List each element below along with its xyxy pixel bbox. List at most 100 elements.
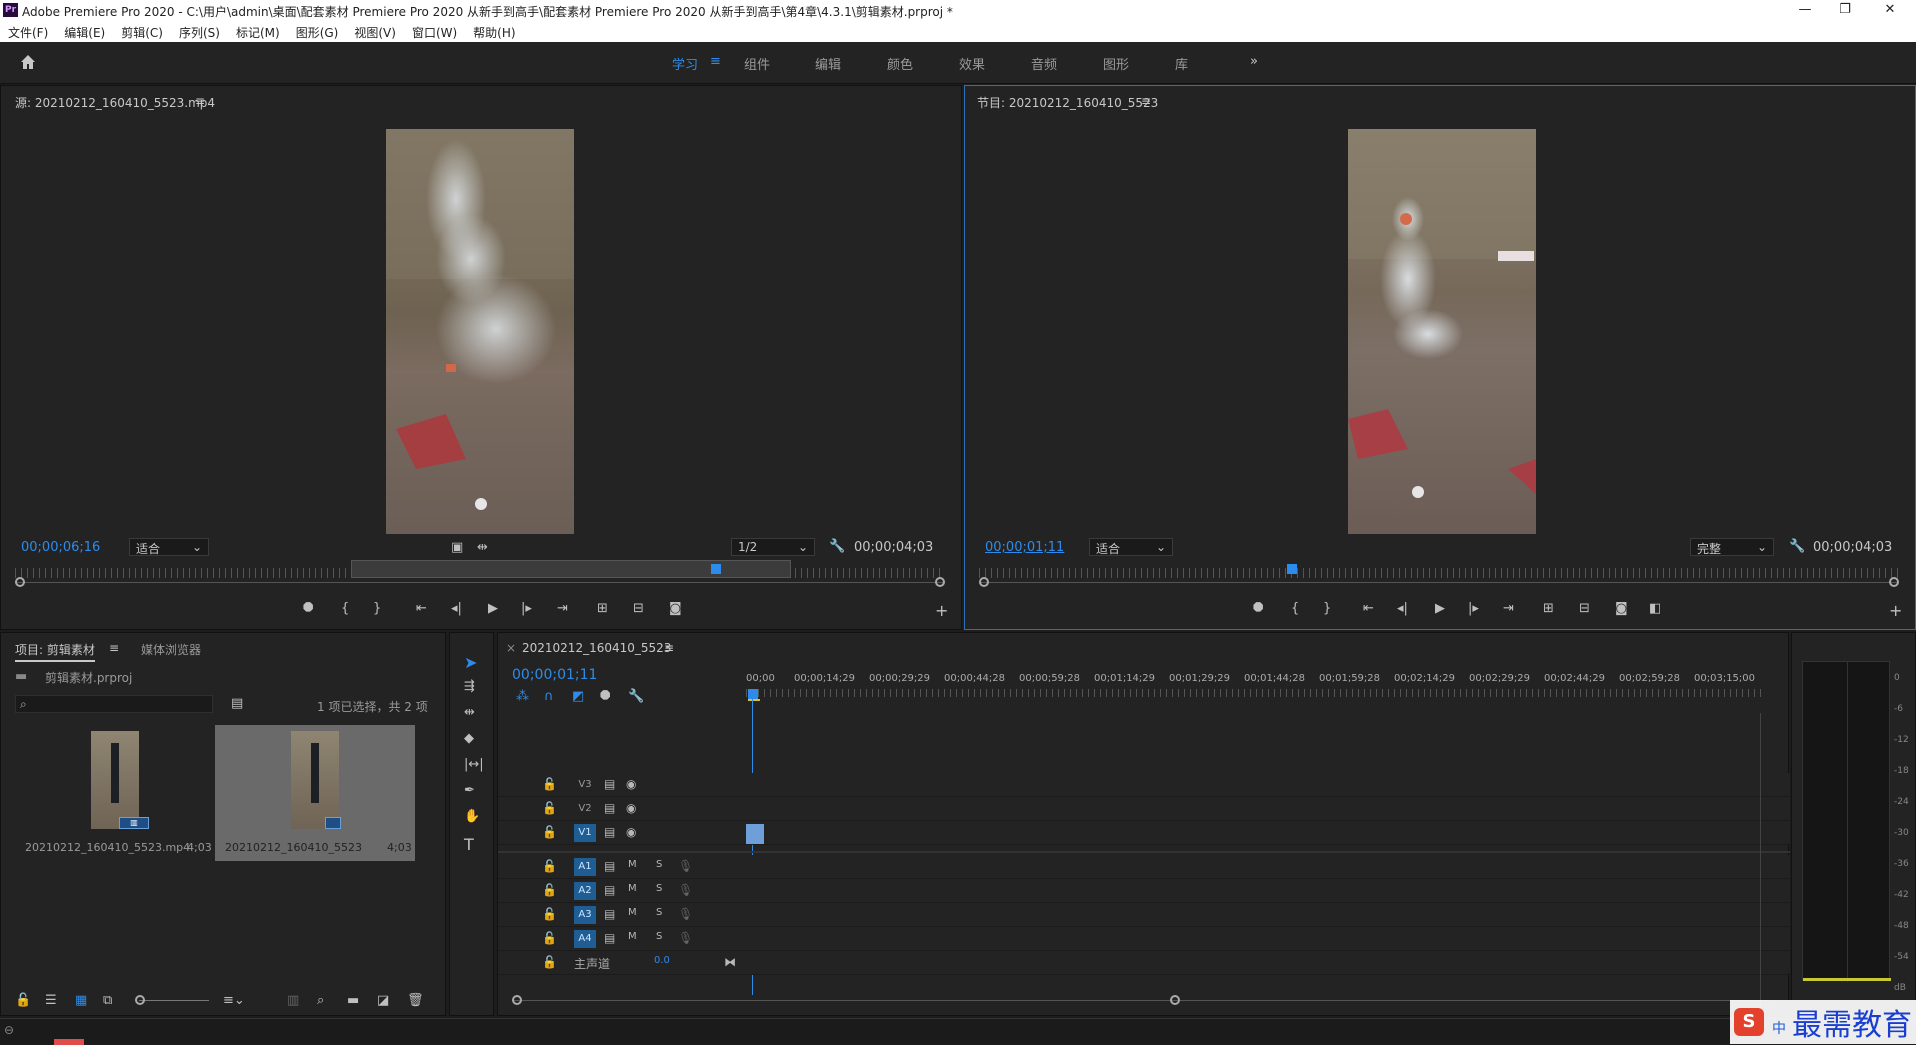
sync-lock-icon[interactable]: ▤ <box>604 859 615 873</box>
list-view-icon[interactable]: ☰ <box>45 993 57 1008</box>
lock-icon[interactable]: 🔓 <box>542 907 557 921</box>
menu-clip[interactable]: 剪辑(C) <box>121 24 163 41</box>
workspace-effects[interactable]: 效果 <box>959 54 985 73</box>
zoom-handle-right[interactable] <box>935 577 945 587</box>
freeform-view-icon[interactable]: ⧉ <box>103 993 112 1008</box>
timeline-timecode[interactable]: 00;00;01;11 <box>512 667 597 683</box>
extract-icon[interactable]: ⊟ <box>1579 601 1590 616</box>
sync-lock-icon[interactable]: ▤ <box>604 777 615 791</box>
hand-tool-icon[interactable]: ✋ <box>464 809 480 824</box>
solo-button[interactable]: S <box>656 883 662 894</box>
zoom-slider-handle[interactable] <box>135 995 145 1005</box>
export-frame-icon[interactable]: ◙ <box>1615 601 1628 616</box>
zoom-handle-right[interactable] <box>1889 577 1899 587</box>
selection-tool-icon[interactable]: ➤ <box>464 653 477 672</box>
mute-button[interactable]: M <box>628 859 637 870</box>
program-zoom-select[interactable]: 适合 ⌄ <box>1089 538 1173 556</box>
source-zoom-bar[interactable] <box>15 582 945 583</box>
add-marker-icon[interactable]: ⯃ <box>600 689 610 704</box>
step-forward-icon[interactable]: |▸ <box>1468 601 1479 616</box>
go-to-edit-icon[interactable]: ⧓ <box>724 955 736 969</box>
track-a3-label[interactable]: A3 <box>574 906 596 924</box>
new-bin-icon[interactable]: ▬ <box>347 993 359 1008</box>
mute-button[interactable]: M <box>628 931 637 942</box>
razor-tool-icon[interactable]: ◆ <box>464 731 474 746</box>
lock-icon[interactable]: 🔓 <box>542 777 557 791</box>
source-playhead-timecode[interactable]: 00;00;06;16 <box>21 540 100 555</box>
workspace-color[interactable]: 颜色 <box>887 54 913 73</box>
track-a1-label[interactable]: A1 <box>574 858 596 876</box>
add-button-icon[interactable]: + <box>1889 601 1902 620</box>
project-search-input[interactable]: ⌕ <box>15 695 213 713</box>
menu-sequence[interactable]: 序列(S) <box>179 24 220 41</box>
go-to-in-icon[interactable]: ⇤ <box>1363 601 1374 616</box>
microphone-icon[interactable]: 🎙 <box>678 931 693 945</box>
tab-project[interactable]: 项目: 剪辑素材 <box>15 641 95 662</box>
sync-lock-icon[interactable]: ▤ <box>604 931 615 945</box>
icon-view-icon[interactable]: ▦ <box>75 993 87 1008</box>
track-v2-label[interactable]: V2 <box>574 800 596 818</box>
eye-icon[interactable]: ◉ <box>626 801 636 815</box>
step-forward-icon[interactable]: |▸ <box>521 601 532 616</box>
automate-to-sequence-icon[interactable]: ▥ <box>287 993 299 1008</box>
microphone-icon[interactable]: 🎙 <box>678 907 693 921</box>
menu-marker[interactable]: 标记(M) <box>236 24 280 41</box>
wrench-icon[interactable]: 🔧 <box>1789 539 1805 554</box>
go-to-out-icon[interactable]: ⇥ <box>557 601 568 616</box>
program-title[interactable]: 节目: 20210212_160410_5523 <box>977 94 1158 111</box>
sync-lock-icon[interactable]: ▤ <box>604 801 615 815</box>
program-zoom-bar[interactable] <box>979 582 1899 583</box>
go-to-out-icon[interactable]: ⇥ <box>1503 601 1514 616</box>
zoom-slider[interactable] <box>139 1000 209 1001</box>
timeline-panel-menu-icon[interactable]: ≡ <box>664 641 674 655</box>
source-resolution-select[interactable]: 1/2 ⌄ <box>731 538 815 556</box>
lift-icon[interactable]: ⊞ <box>1543 601 1554 616</box>
sync-lock-icon[interactable]: ▤ <box>604 907 615 921</box>
sequence-tab[interactable]: 20210212_160410_5523 <box>522 641 671 655</box>
mark-out-icon[interactable]: } <box>1323 601 1331 616</box>
lock-icon[interactable]: 🔓 <box>542 955 557 969</box>
program-playhead-timecode[interactable]: 00;00;01;11 <box>985 540 1064 555</box>
timeline-playhead[interactable] <box>748 689 758 699</box>
close-button[interactable]: ✕ <box>1875 2 1905 18</box>
add-button-icon[interactable]: + <box>935 601 948 620</box>
overwrite-icon[interactable]: ⊟ <box>633 601 644 616</box>
comparison-view-icon[interactable]: ◧ <box>1649 601 1661 616</box>
workspace-graphics[interactable]: 图形 <box>1103 54 1129 73</box>
zoom-handle-right[interactable] <box>1170 995 1180 1005</box>
program-resolution-select[interactable]: 完整 ⌄ <box>1690 538 1774 556</box>
step-back-icon[interactable]: ◂| <box>1397 601 1408 616</box>
drag-video-icon[interactable]: ⇹ <box>477 540 488 555</box>
source-playhead[interactable] <box>711 564 721 574</box>
wrench-icon[interactable]: 🔧 <box>829 539 845 554</box>
menu-help[interactable]: 帮助(H) <box>473 24 515 41</box>
zoom-handle-left[interactable] <box>15 577 25 587</box>
step-back-icon[interactable]: ◂| <box>451 601 462 616</box>
workspace-audio[interactable]: 音频 <box>1031 54 1057 73</box>
program-panel-menu-icon[interactable]: ≡ <box>1141 94 1151 108</box>
project-panel-menu-icon[interactable]: ≡ <box>109 641 119 655</box>
menu-graphics[interactable]: 图形(G) <box>296 24 339 41</box>
mute-button[interactable]: M <box>628 907 637 918</box>
timeline-zoom-bar[interactable] <box>512 1000 1770 1001</box>
lock-icon[interactable]: 🔓 <box>542 801 557 815</box>
close-sequence-icon[interactable]: × <box>506 641 516 655</box>
insert-icon[interactable]: ⊞ <box>597 601 608 616</box>
project-item[interactable]: ▥ 20210212_160410_5523.mp4 4;03 <box>15 725 213 861</box>
solo-button[interactable]: S <box>656 931 662 942</box>
lock-icon[interactable]: 🔓 <box>15 993 31 1008</box>
workspace-editing[interactable]: 编辑 <box>815 54 841 73</box>
track-divider[interactable] <box>498 851 1790 853</box>
type-tool-icon[interactable]: T <box>464 835 474 854</box>
timeline-settings-icon[interactable]: 🔧 <box>628 689 644 704</box>
play-icon[interactable]: ▶ <box>1435 601 1445 616</box>
workspace-learning[interactable]: 学习 <box>672 54 698 73</box>
go-to-in-icon[interactable]: ⇤ <box>416 601 427 616</box>
lock-icon[interactable]: 🔓 <box>542 859 557 873</box>
microphone-icon[interactable]: 🎙 <box>678 859 693 873</box>
find-icon[interactable]: ⌕ <box>317 993 324 1008</box>
eye-icon[interactable]: ◉ <box>626 777 636 791</box>
source-panel-menu-icon[interactable]: ≡ <box>195 94 205 108</box>
source-zoom-select[interactable]: 适合 ⌄ <box>129 538 209 556</box>
nest-icon[interactable]: ⁂ <box>516 689 529 704</box>
